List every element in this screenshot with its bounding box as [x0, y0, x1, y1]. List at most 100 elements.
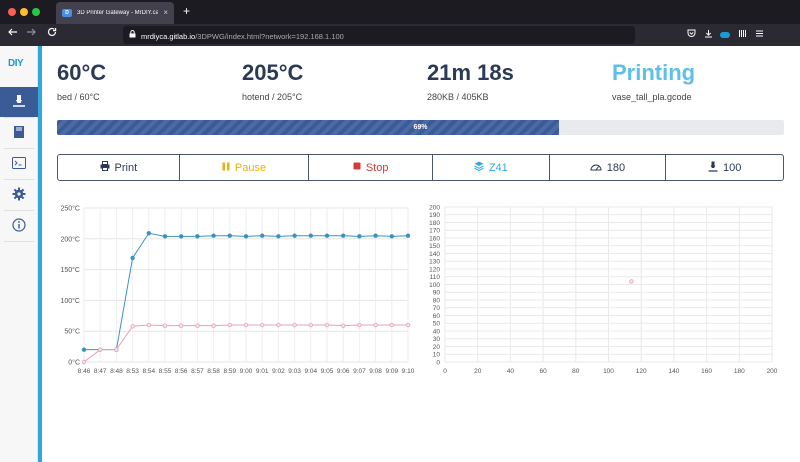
sidebar-item-storage[interactable] — [0, 118, 38, 148]
back-button[interactable] — [4, 24, 22, 46]
pause-icon — [222, 162, 230, 174]
sidebar-item-printer[interactable] — [0, 87, 38, 117]
y-tick-label: 200°C — [60, 235, 80, 243]
forward-button[interactable] — [22, 24, 40, 46]
hotend-temperature-target: hotend / 205°C — [242, 92, 303, 102]
bed-data-point — [227, 322, 232, 328]
bed-data-point — [178, 323, 184, 328]
x-tick-label: 40 — [507, 368, 515, 375]
print-button-label: Print — [114, 161, 138, 174]
bed-data-point — [389, 322, 394, 328]
pause-button[interactable]: Pause — [180, 155, 310, 180]
x-tick-label: 8:54 — [142, 368, 155, 375]
x-tick-label: 8:56 — [175, 368, 188, 375]
sidebar-item-about[interactable] — [0, 211, 38, 241]
printer-icon — [100, 161, 110, 174]
x-tick-label: 80 — [572, 368, 580, 375]
stop-button[interactable]: Stop — [309, 155, 433, 180]
temperature-chart: 0°C50°C100°C150°C200°C250°C8:46 8:47 8:48 8… — [60, 205, 414, 376]
print-button[interactable]: Print — [58, 155, 180, 180]
lock-icon — [129, 30, 136, 40]
y-tick-label: 120 — [429, 266, 440, 273]
x-tick-label: 0 — [443, 368, 447, 375]
bed-data-point — [243, 322, 249, 328]
x-tick-label: 8:46 — [78, 368, 91, 375]
y-tick-label: 100°C — [60, 297, 80, 305]
browser-tab[interactable]: D 3D Printer Gateway - MrDIY.ca × — [56, 2, 174, 24]
minimize-window-button[interactable] — [20, 8, 28, 16]
y-tick-label: 100 — [429, 282, 440, 289]
x-tick-label: 9:01 — [256, 368, 269, 375]
hotend-data-point — [178, 234, 184, 239]
x-tick-label: 9:02 — [272, 368, 285, 375]
close-window-button[interactable] — [8, 8, 16, 16]
printer-nozzle-icon — [12, 94, 26, 110]
sidebar-item-settings[interactable] — [0, 180, 38, 210]
new-tab-button[interactable]: + — [183, 5, 190, 17]
sidebar-accent-bar — [38, 46, 42, 462]
flow-value: 100 — [722, 161, 742, 174]
bed-data-point — [81, 359, 87, 365]
print-progress-bar: 69% — [57, 120, 784, 135]
sidebar-item-terminal[interactable] — [0, 149, 38, 179]
x-tick-label: 9:03 — [288, 368, 301, 375]
y-tick-label: 60 — [433, 313, 441, 320]
maximize-window-button[interactable] — [32, 8, 40, 16]
y-tick-label: 150 — [429, 243, 440, 250]
hotend-data-point — [389, 234, 394, 239]
bed-data-point — [195, 323, 200, 328]
y-tick-label: 180 — [429, 220, 440, 227]
browser-tab-bar: D 3D Printer Gateway - MrDIY.ca × + — [0, 0, 800, 24]
library-icon[interactable] — [737, 29, 747, 41]
flow-button[interactable]: 100 — [666, 155, 783, 180]
y-tick-label: 140 — [429, 251, 440, 258]
hotend-data-point — [259, 233, 265, 238]
hotend-data-point — [373, 233, 378, 238]
hotend-data-point — [243, 234, 249, 239]
x-tick-label: 120 — [636, 368, 647, 375]
tab-close-icon[interactable]: × — [163, 9, 168, 17]
hotend-data-point — [227, 233, 232, 238]
download-icon[interactable] — [703, 29, 713, 41]
bed-data-point — [162, 323, 168, 328]
reload-button[interactable] — [43, 24, 61, 46]
printer-status-stat: Printing vase_tall_pla.gcode — [612, 60, 695, 102]
menu-icon[interactable] — [754, 29, 764, 41]
y-tick-label: 150°C — [60, 266, 80, 274]
scatter-chart: 0102030405060708090100110120130140150160… — [429, 204, 778, 375]
x-tick-label: 8:48 — [110, 368, 123, 375]
bed-temperature-value: 60°C — [57, 60, 107, 85]
hotend-temperature-stat: 205°C hotend / 205°C — [242, 60, 303, 102]
url-path: /3DPWG/index.html?network=192.168.1.100 — [195, 32, 344, 41]
terminal-icon — [12, 157, 26, 171]
url-bar[interactable]: mrdiyca.gitlab.io/3DPWG/index.html?netwo… — [123, 26, 635, 44]
page-content: DIY 60°C bed / 60°C 205°C hotend / 205°C… — [0, 46, 800, 462]
sidebar-divider — [4, 241, 34, 242]
bed-data-point — [405, 322, 411, 328]
pocket-icon[interactable] — [686, 29, 696, 41]
scatter-point — [629, 279, 634, 284]
y-tick-label: 0 — [436, 359, 440, 366]
y-tick-label: 30 — [433, 336, 441, 343]
control-button-group: Print Pause Stop Z41 180 100 — [57, 154, 784, 181]
speed-button[interactable]: 180 — [550, 155, 667, 180]
x-tick-label: 200 — [767, 368, 778, 375]
printer-status-value: Printing — [612, 60, 696, 85]
bed-data-point — [357, 322, 362, 328]
hotend-data-point — [341, 233, 346, 238]
bed-data-point — [114, 347, 119, 352]
stop-icon — [353, 162, 361, 173]
z-height-button[interactable]: Z41 — [433, 155, 550, 180]
bed-data-point — [292, 322, 297, 328]
speedometer-icon — [590, 162, 602, 174]
y-tick-label: 50 — [433, 321, 441, 328]
progress-label: 69% — [413, 124, 428, 131]
sd-card-icon — [13, 125, 25, 141]
arrow-left-icon — [8, 28, 17, 36]
x-tick-label: 8:53 — [126, 368, 139, 375]
extension-icon[interactable] — [720, 32, 730, 38]
hotend-data-point — [130, 255, 135, 261]
hotend-data-point — [308, 233, 313, 238]
gcode-filename: vase_tall_pla.gcode — [612, 92, 692, 102]
x-tick-label: 100 — [603, 368, 614, 375]
